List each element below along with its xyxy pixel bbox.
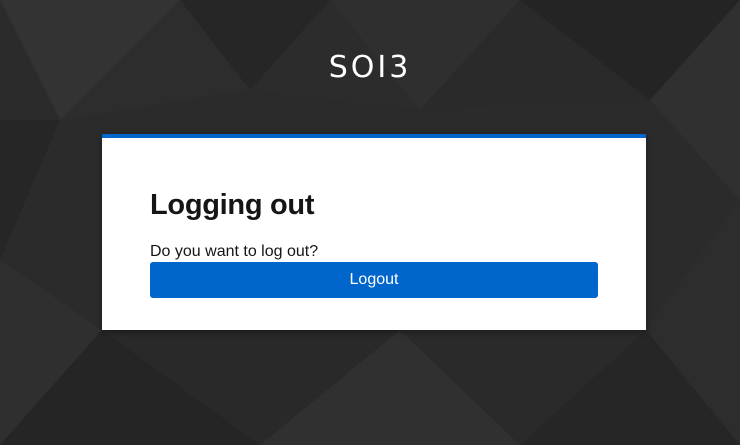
logout-message: Do you want to log out? (150, 243, 319, 260)
page-title: Logging out (150, 189, 315, 221)
logout-card: Logging out Do you want to log out? Logo… (102, 134, 646, 330)
brand-logo: SOI3 (328, 50, 412, 85)
logout-button[interactable]: Logout (150, 262, 598, 298)
